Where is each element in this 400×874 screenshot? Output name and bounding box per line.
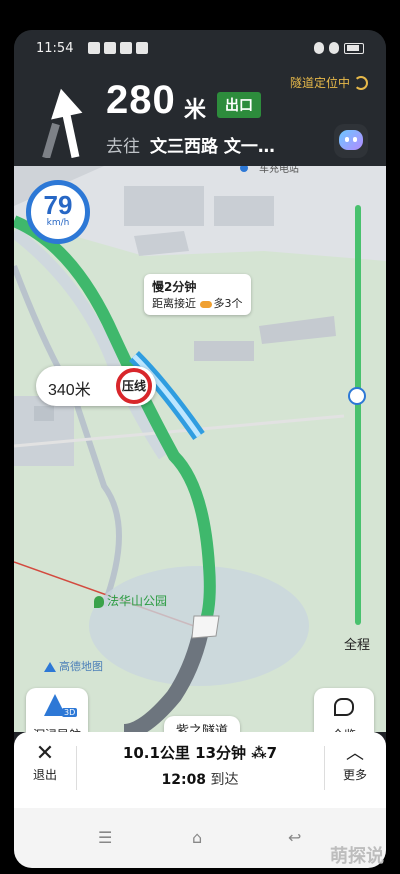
place-label-charging-station: 车充电站 [259,166,299,175]
phone-screen: 11:54 隧道定位中 280 米 出口 去往 文三西路 文一… 车充电站 79… [14,30,386,868]
back-icon[interactable]: ↩ [288,828,301,847]
tunnel-status: 隧道定位中 [290,74,368,91]
route-overview-icon [334,698,354,716]
system-icons [314,42,364,54]
chevron-up-icon: ︿ [346,743,364,764]
menu-icon[interactable]: ☰ [98,828,112,847]
progress-car-icon [348,387,366,405]
exit-navigation-button[interactable]: ✕ 退出 [30,742,60,783]
map-brand: 高德地图 [44,658,103,674]
turn-left-arrow-icon [42,88,83,158]
speed-indicator: 79 km/h [26,180,90,244]
next-road: 去往 文三西路 文一… [106,137,275,157]
turn-distance-unit: 米 [184,98,207,123]
bottom-panel: ✕ 退出 10.1公里 13分钟 ⁂7 12:08 到达 ︿ 更多 [14,732,386,808]
watermark: 萌探说 [330,846,384,867]
route-progress-bar[interactable] [348,205,366,625]
amap-logo-icon [44,662,56,672]
status-time: 11:54 [36,41,74,56]
park-label: 法华山公园 [94,592,167,609]
exit-badge: 出口 [217,92,261,118]
lane-warning: 340米 压线 [36,366,156,406]
turn-distance: 280 [106,78,176,122]
loading-icon [354,75,368,90]
battery-icon [344,42,364,54]
more-button[interactable]: ︿ 更多 [340,742,370,783]
close-icon: ✕ [35,741,55,766]
assistant-avatar-icon [339,130,363,150]
map-view[interactable]: 车充电站 [14,166,386,732]
home-icon[interactable]: ⌂ [192,828,202,847]
traffic-chip-icon [199,300,212,308]
status-bar: 11:54 [14,30,386,68]
traffic-callout[interactable]: 慢2分钟 距离接近 多3个 [144,274,251,315]
notification-icons [88,42,148,54]
navigation-header: 隧道定位中 280 米 出口 去往 文三西路 文一… [14,68,386,166]
trip-summary[interactable]: 10.1公里 13分钟 ⁂7 12:08 到达 [94,742,306,789]
voice-assistant-button[interactable] [334,124,368,158]
park-pin-icon [94,595,104,608]
traffic-light-icon: ⁂ [251,744,267,762]
map-canvas: 车充电站 [14,166,386,732]
no-line-crossing-sign-icon: 压线 [116,368,152,404]
full-route-label: 全程 [344,638,371,653]
